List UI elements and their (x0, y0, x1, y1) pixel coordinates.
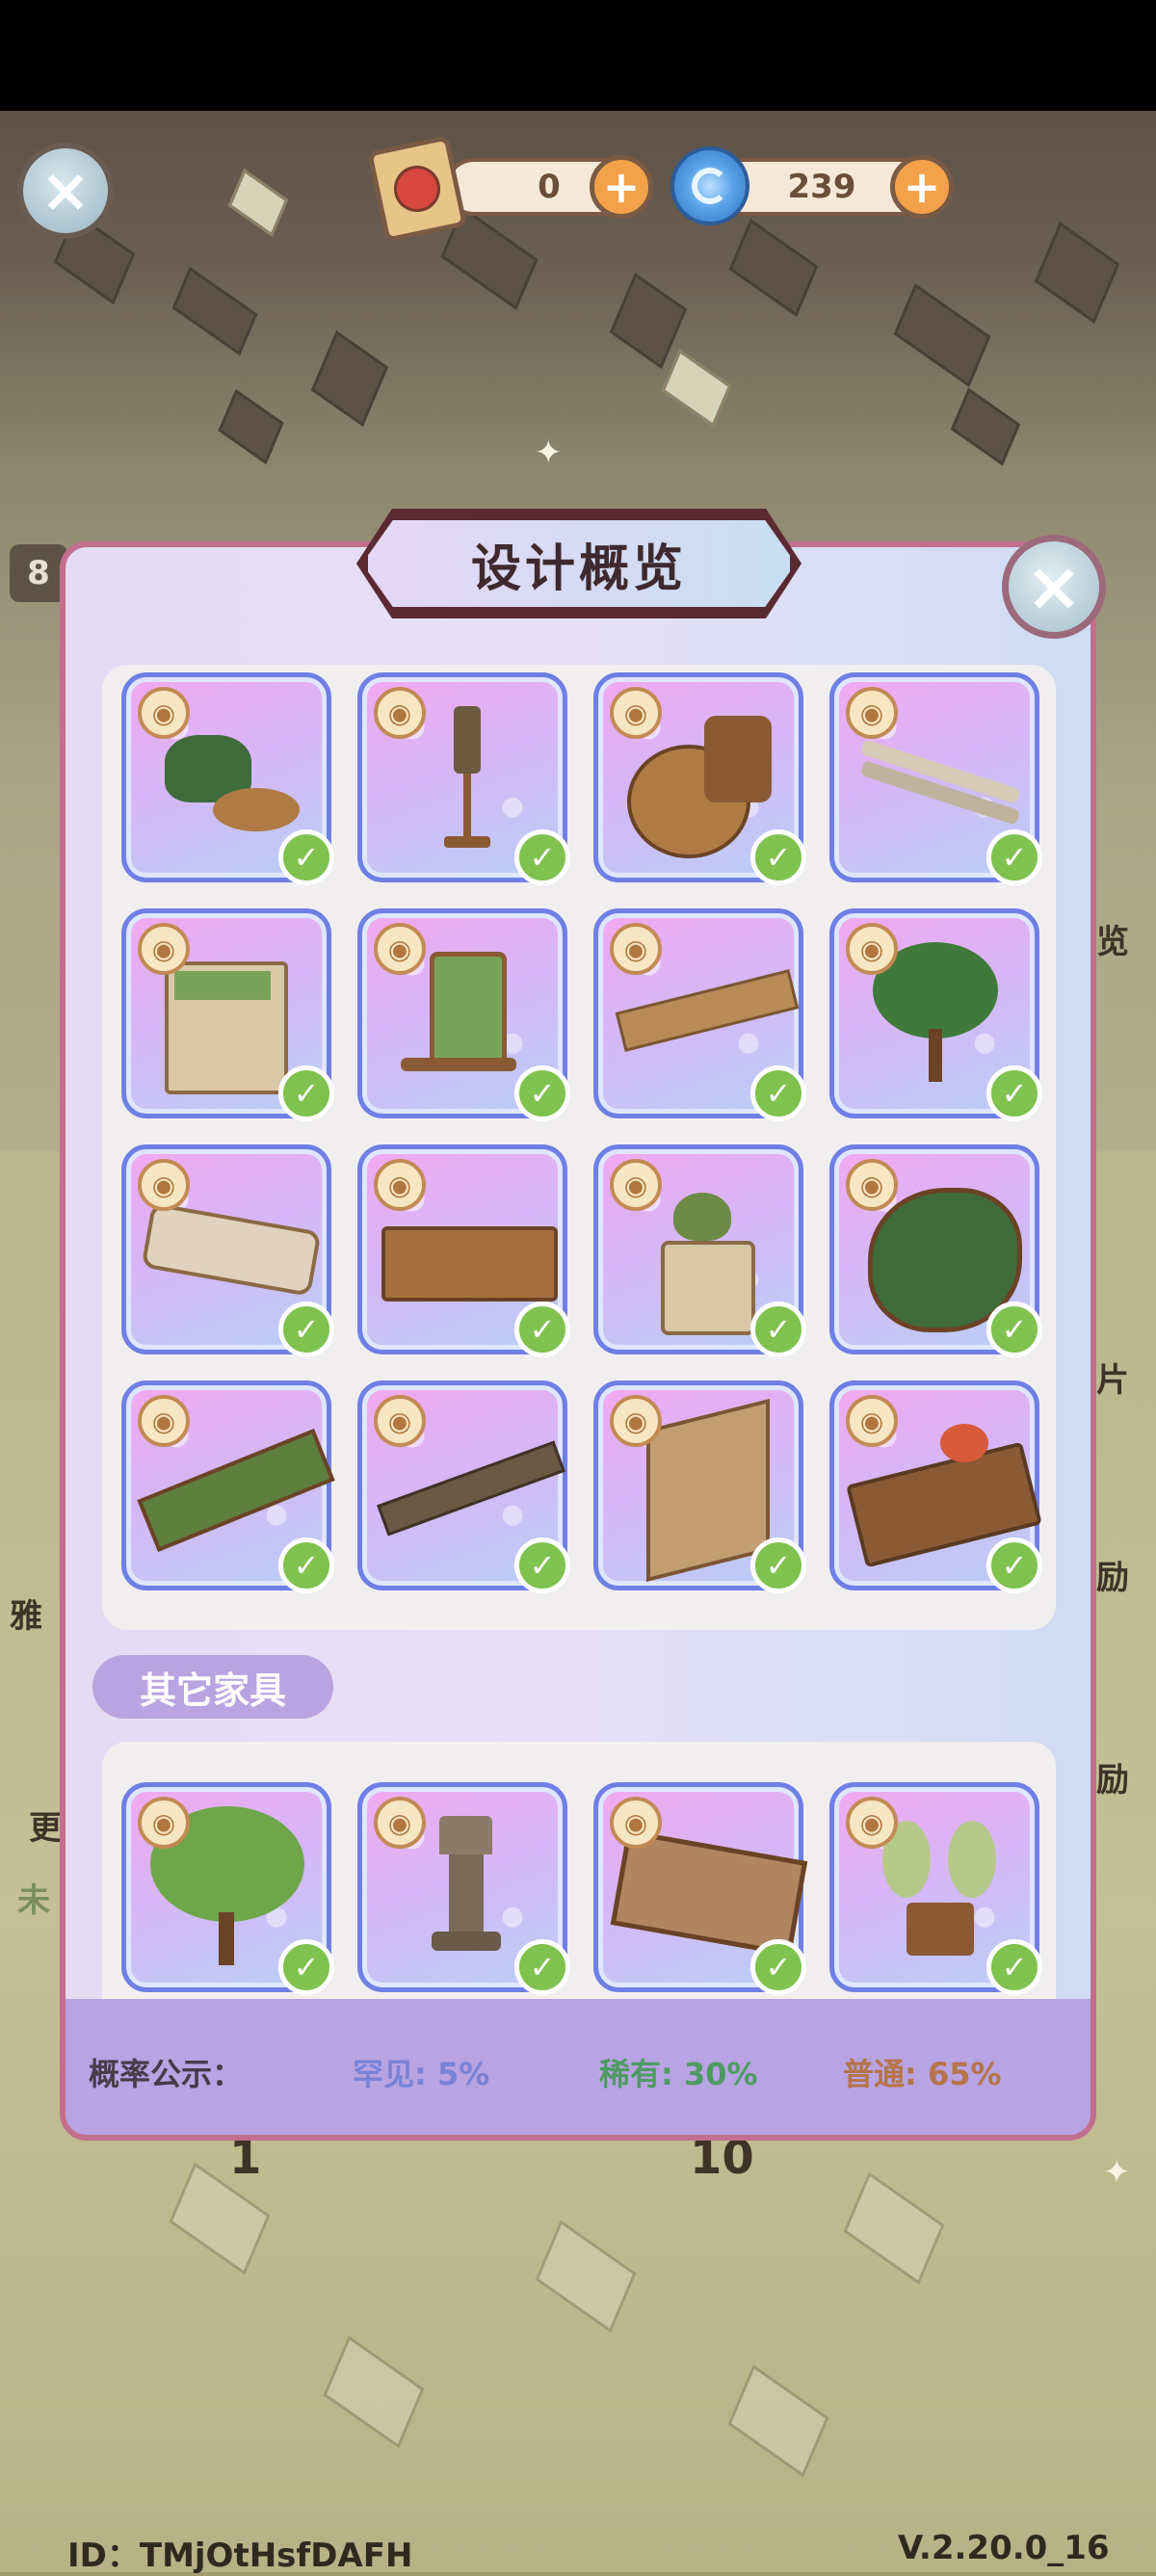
checkmark-icon: ✓ (278, 1065, 334, 1121)
side-label: 励 (1096, 1559, 1129, 1597)
item-card-stepping-stones[interactable]: ◉ ✓ (829, 672, 1042, 885)
item-card-butterfly-fan-stand[interactable]: ◉ ✓ (829, 1782, 1042, 1995)
eye-icon[interactable]: ◉ (610, 1159, 662, 1211)
item-card-basket-with-gong[interactable]: ◉ ✓ (593, 672, 806, 885)
item-card-standing-lantern[interactable]: ◉ ✓ (357, 672, 570, 885)
other-items-grid: ◉ ✓ ◉ ✓ ◉ ✓ ◉ ✓ (121, 1782, 1042, 1995)
set-items-grid: ◉ ✓ ◉ ✓ ◉ ✓ ◉ ✓ ◉ ✓ ◉ ✓ ◉ ✓ ◉ ✓ ◉ ✓ ◉ ✓ ◉ ✓ ◉ ✓ ◉ ✓ ◉ ✓ ◉ ✓ ◉ ✓ (121, 672, 1042, 1593)
eye-icon[interactable]: ◉ (374, 687, 426, 739)
item-card-long-trough-table[interactable]: ◉ ✓ (121, 1144, 334, 1357)
item-card-tea-serving-tray[interactable]: ◉ ✓ (829, 1380, 1042, 1593)
checkmark-icon: ✓ (750, 1538, 806, 1593)
item-card-carved-gate[interactable]: ◉ ✓ (593, 1782, 808, 1995)
eye-icon[interactable]: ◉ (846, 1395, 898, 1447)
item-card-carved-folding-screen[interactable]: ◉ ✓ (593, 1380, 806, 1593)
close-button[interactable]: × (17, 143, 114, 239)
checkmark-icon: ✓ (514, 1939, 570, 1995)
item-card-leaf-screen[interactable]: ◉ ✓ (829, 1144, 1042, 1357)
side-label: 未 (17, 1881, 50, 1920)
player-id: ID：TMjOtHsfDAFH (67, 2537, 413, 2575)
item-card-tea-table-with-plants[interactable]: ◉ ✓ (121, 672, 334, 885)
checkmark-icon: ✓ (986, 1939, 1042, 1995)
side-label: 片 (1096, 1361, 1129, 1400)
checkmark-icon: ✓ (750, 829, 806, 885)
checkmark-icon: ✓ (986, 1301, 1042, 1357)
checkmark-icon: ✓ (278, 1301, 334, 1357)
checkmark-icon: ✓ (514, 1538, 570, 1593)
version-label: V.2.20.0_16 (898, 2529, 1110, 2567)
side-label: 更 (29, 1809, 62, 1848)
eye-icon[interactable]: ◉ (610, 923, 662, 975)
eye-icon[interactable]: ◉ (846, 1797, 898, 1849)
item-card-vine-fence[interactable]: ◉ ✓ (357, 1380, 570, 1593)
checkmark-icon: ✓ (750, 1939, 806, 1995)
eye-icon[interactable]: ◉ (138, 1797, 190, 1849)
level-badge: 8 (10, 544, 67, 602)
item-card-wooden-bench[interactable]: ◉ ✓ (593, 908, 806, 1121)
item-card-rocking-chair[interactable]: ◉ ✓ (357, 908, 570, 1121)
eye-icon[interactable]: ◉ (610, 687, 662, 739)
probability-uncommon: 稀有: 30% (599, 2056, 758, 2092)
item-card-wooden-planter-box[interactable]: ◉ ✓ (121, 908, 334, 1121)
eye-icon[interactable]: ◉ (610, 1797, 662, 1849)
eye-icon[interactable]: ◉ (846, 923, 898, 975)
item-card-green-tree[interactable]: ◉ ✓ (121, 1782, 334, 1995)
add-ticket-button[interactable]: + (590, 155, 653, 219)
eye-icon[interactable]: ◉ (374, 1797, 426, 1849)
checkmark-icon: ✓ (986, 1065, 1042, 1121)
eye-icon[interactable]: ◉ (374, 1395, 426, 1447)
eye-icon[interactable]: ◉ (138, 1395, 190, 1447)
item-card-fruit-tree[interactable]: ◉ ✓ (829, 908, 1042, 1121)
eye-icon[interactable]: ◉ (374, 923, 426, 975)
eye-icon[interactable]: ◉ (138, 923, 190, 975)
checkmark-icon: ✓ (750, 1301, 806, 1357)
checkmark-icon: ✓ (514, 1301, 570, 1357)
checkmark-icon: ✓ (278, 829, 334, 885)
blue-swirl-icon (670, 146, 749, 225)
status-bar (0, 0, 1156, 111)
item-card-tiled-roof-section[interactable]: ◉ ✓ (121, 1380, 335, 1593)
item-card-kettle-stove[interactable]: ◉ ✓ (593, 1144, 806, 1357)
sparkle-icon: ✦ (535, 434, 563, 472)
checkmark-icon: ✓ (986, 829, 1042, 885)
add-gem-button[interactable]: + (890, 155, 954, 219)
checkmark-icon: ✓ (514, 1065, 570, 1121)
section-other-furniture: 其它家具 (92, 1655, 333, 1719)
sparkle-icon: ✦ (1103, 2153, 1131, 2192)
eye-icon[interactable]: ◉ (846, 1159, 898, 1211)
eye-icon[interactable]: ◉ (374, 1159, 426, 1211)
eye-icon[interactable]: ◉ (846, 687, 898, 739)
eye-icon[interactable]: ◉ (610, 1395, 662, 1447)
side-label: 励 (1096, 1761, 1129, 1800)
item-card-wooden-desk[interactable]: ◉ ✓ (357, 1144, 570, 1357)
checkmark-icon: ✓ (986, 1538, 1042, 1593)
checkmark-icon: ✓ (750, 1065, 806, 1121)
modal-close-button[interactable]: × (1002, 535, 1106, 639)
modal-title: 设计概览 (362, 514, 796, 613)
probability-common: 普通: 65% (843, 2056, 1002, 2092)
eye-icon[interactable]: ◉ (138, 1159, 190, 1211)
checkmark-icon: ✓ (278, 1939, 334, 1995)
item-card-stone-lantern[interactable]: ◉ ✓ (357, 1782, 570, 1995)
probability-label: 概率公示： (89, 2056, 244, 2092)
eye-icon[interactable]: ◉ (138, 687, 190, 739)
side-label: 览 (1096, 923, 1129, 961)
side-label: 雅 (10, 1597, 42, 1636)
checkmark-icon: ✓ (514, 829, 570, 885)
probability-rare: 罕见: 5% (353, 2056, 490, 2092)
checkmark-icon: ✓ (278, 1538, 334, 1593)
